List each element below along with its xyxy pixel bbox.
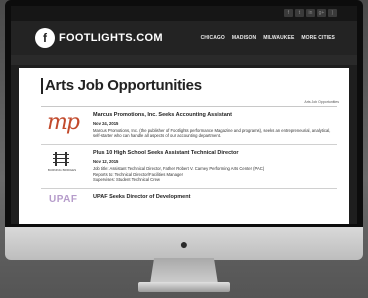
monitor-stand-foot xyxy=(138,282,230,292)
facebook-icon[interactable]: f xyxy=(284,9,293,17)
job-listing[interactable]: UPAF UPAF Seeks Director of Development xyxy=(41,189,337,222)
job-title[interactable]: Plus 10 High School Seeks Assistant Tech… xyxy=(93,150,337,156)
linkedin-icon[interactable]: in xyxy=(306,9,315,17)
sub-bar xyxy=(11,55,357,65)
job-title[interactable]: Marcus Promotions, Inc. Seeks Accounting… xyxy=(93,112,337,118)
job-listing[interactable]: BURNING BRIDGES Plus 10 High School Seek… xyxy=(41,145,337,190)
apple-logo-icon: ● xyxy=(179,235,189,252)
imac-monitor: f t in g+ ) f FOOTLIGHTS.COM CHICAGO MAD… xyxy=(5,0,363,260)
job-description: Marcus Promotions, Inc. (the publisher o… xyxy=(93,128,331,139)
job-date: Nov 24, 2015 xyxy=(93,121,119,126)
job-listing[interactable]: mp Marcus Promotions, Inc. Seeks Account… xyxy=(41,107,337,146)
monitor-bezel: f t in g+ ) f FOOTLIGHTS.COM CHICAGO MAD… xyxy=(5,0,363,227)
upaf-logo-icon: UPAF xyxy=(49,194,78,206)
job-detail-line: Supervises: Student Technical Crew xyxy=(93,176,160,182)
mp-logo-icon: mp xyxy=(47,110,80,135)
top-bar: f t in g+ ) xyxy=(11,6,357,21)
page-title: Arts Job Opportunities xyxy=(41,78,337,94)
job-title[interactable]: UPAF Seeks Director of Development xyxy=(93,194,337,200)
monitor-stand-neck xyxy=(150,258,218,284)
social-links: f t in g+ ) xyxy=(284,9,337,17)
logo-text: FOOTLIGHTS.COM xyxy=(59,32,163,44)
main-nav: CHICAGO MADISON MILWAUKEE MORE CITIES xyxy=(201,35,335,41)
screen: f t in g+ ) f FOOTLIGHTS.COM CHICAGO MAD… xyxy=(11,6,357,224)
site-header: f FOOTLIGHTS.COM CHICAGO MADISON MILWAUK… xyxy=(11,21,357,55)
monitor-chin: ● xyxy=(5,227,363,260)
job-logo-caption: BURNING BRIDGES xyxy=(47,168,77,173)
job-body: Plus 10 High School Seeks Assistant Tech… xyxy=(93,150,337,182)
nav-item-more-cities[interactable]: MORE CITIES xyxy=(301,35,335,41)
breadcrumb[interactable]: Arts Job Opportunities xyxy=(304,100,339,104)
job-logo: mp xyxy=(47,110,80,135)
site-logo[interactable]: f FOOTLIGHTS.COM xyxy=(35,28,163,48)
job-logo: UPAF xyxy=(47,194,77,216)
nav-item-chicago[interactable]: CHICAGO xyxy=(201,35,225,41)
job-logo: BURNING BRIDGES xyxy=(47,150,77,173)
job-body: UPAF Seeks Director of Development xyxy=(93,194,337,216)
rss-icon[interactable]: ) xyxy=(328,9,337,17)
logo-mark-icon: f xyxy=(35,28,55,48)
googleplus-icon[interactable]: g+ xyxy=(317,9,326,17)
nav-item-milwaukee[interactable]: MILWAUKEE xyxy=(263,35,294,41)
job-body: Marcus Promotions, Inc. Seeks Accounting… xyxy=(93,112,337,138)
twitter-icon[interactable]: t xyxy=(295,9,304,17)
job-description: Job title: Assistant Technical Director,… xyxy=(93,166,337,182)
content-panel: Arts Job Opportunities Arts Job Opportun… xyxy=(19,68,349,224)
job-date: Nov 12, 2015 xyxy=(93,159,119,165)
nav-item-madison[interactable]: MADISON xyxy=(232,35,256,41)
